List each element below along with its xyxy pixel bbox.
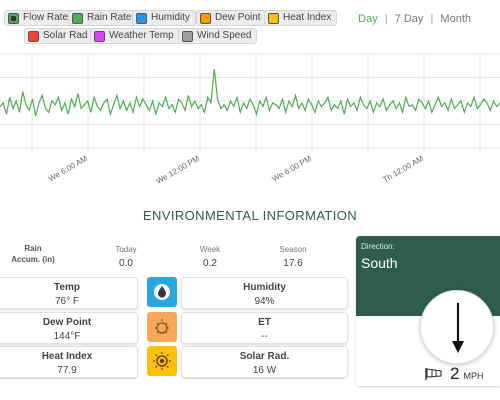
range-month-link[interactable]: Month (440, 13, 471, 25)
dew-point-card: Dew Point 144°F (0, 312, 138, 344)
rain-label: Rain Accum. (in) (0, 243, 66, 265)
series-line-flow-rate[interactable] (0, 68, 500, 117)
humidity-value: 94% (254, 296, 275, 307)
legend-label: Wind Speed (197, 30, 252, 41)
legend-label: Flow Rate (23, 12, 69, 23)
heat-index-title: Heat Index (41, 351, 93, 362)
temp-title: Temp (54, 282, 80, 293)
legend-label: Weather Temp (109, 30, 174, 41)
x-tick-label: We 12:00 PM (155, 154, 202, 186)
legend-dew-point[interactable]: Dew Point (196, 10, 267, 26)
dew-point-title: Dew Point (42, 317, 92, 328)
direction-label: Direction: (361, 242, 395, 251)
humidity-title: Humidity (243, 282, 286, 293)
solar-rad-title: Solar Rad. (239, 351, 290, 362)
legend-label: Rain Rate (87, 12, 132, 23)
legend-label: Heat Index (283, 12, 332, 23)
legend-solar-rad[interactable]: Solar Rad (24, 28, 94, 44)
rain-col-header: Today (115, 245, 137, 254)
et-value: -- (261, 331, 268, 342)
section-title: ENVIRONMENTAL INFORMATION (142, 208, 358, 223)
temp-card: Temp 76° F (0, 277, 138, 309)
dew-point-value: 144°F (53, 331, 81, 342)
legend-label: Humidity (151, 12, 190, 23)
water-drop-icon (147, 277, 177, 307)
et-card: ET -- (181, 312, 348, 344)
rain-col-value: 0.0 (119, 258, 133, 269)
flow-rate-chart[interactable]: We 6:00 AM We 12:00 PM We 6:00 PM Th 12:00 … (0, 46, 500, 196)
solar-rad-value: 16 W (252, 365, 277, 376)
x-tick-label: We 6:00 AM (47, 154, 89, 184)
wind-speed-value: 2 (450, 364, 460, 383)
heat-index-card: Heat Index 77.9 (0, 346, 138, 378)
x-tick-label: We 6:00 PM (271, 154, 314, 184)
rain-label-line1: Rain (24, 244, 42, 253)
checkbox-icon[interactable] (182, 30, 193, 42)
solar-rad-card: Solar Rad. 16 W (181, 346, 348, 378)
humidity-card: Humidity 94% (181, 277, 348, 309)
range-7day-link[interactable]: 7 Day (395, 13, 424, 25)
wind-arrow-icon (452, 303, 464, 353)
checkbox-icon[interactable] (8, 12, 19, 24)
checkbox-icon[interactable] (72, 12, 83, 24)
rain-label-line2: Accum. (in) (11, 255, 55, 264)
windsock-icon (425, 368, 442, 380)
wind-speed-unit: MPH (463, 371, 484, 381)
checkbox-icon[interactable] (200, 12, 211, 24)
rain-col-header: Week (199, 245, 221, 254)
rain-season: Season 17.6 (263, 245, 323, 269)
range-separator: | (430, 13, 434, 25)
x-tick-label: Th 12:00 AM (381, 154, 425, 185)
rain-today: Today 0.0 (96, 245, 156, 269)
legend-weather-temp[interactable]: Weather Temp (90, 28, 180, 44)
rain-col-value: 17.6 (283, 258, 303, 269)
sun-icon (147, 346, 177, 376)
legend-flow-rate[interactable]: Flow Rate (4, 10, 75, 26)
range-day-link[interactable]: Day (358, 13, 378, 25)
rain-week: Week 0.2 (180, 245, 240, 269)
direction-value: South (361, 255, 398, 271)
legend-humidity[interactable]: Humidity (132, 10, 196, 26)
range-selector: Day | 7 Day | Month (355, 13, 474, 25)
checkbox-icon[interactable] (136, 12, 147, 24)
checkbox-icon[interactable] (94, 30, 105, 42)
legend-rain-rate[interactable]: Rain Rate (68, 10, 138, 26)
legend-wind-speed[interactable]: Wind Speed (178, 28, 258, 44)
range-separator: | (384, 13, 388, 25)
checkbox-icon[interactable] (28, 30, 39, 42)
legend-label: Solar Rad (43, 30, 88, 41)
sun-et-icon (147, 312, 177, 342)
compass-dial (420, 290, 494, 364)
checkbox-icon[interactable] (268, 12, 279, 24)
wind-speed-readout: 2 MPH (424, 364, 483, 384)
rain-col-value: 0.2 (203, 258, 217, 269)
heat-index-value: 77.9 (57, 365, 77, 376)
wind-direction-panel: Direction: South 2 MPH (356, 236, 500, 386)
legend-heat-index[interactable]: Heat Index (264, 10, 338, 26)
et-title: ET (258, 317, 271, 328)
rain-accumulation-row: Rain Accum. (in) Today 0.0 Week 0.2 Seas… (0, 240, 348, 270)
rain-col-header: Season (279, 245, 307, 254)
temp-value: 76° F (54, 296, 79, 307)
legend-label: Dew Point (215, 12, 261, 23)
